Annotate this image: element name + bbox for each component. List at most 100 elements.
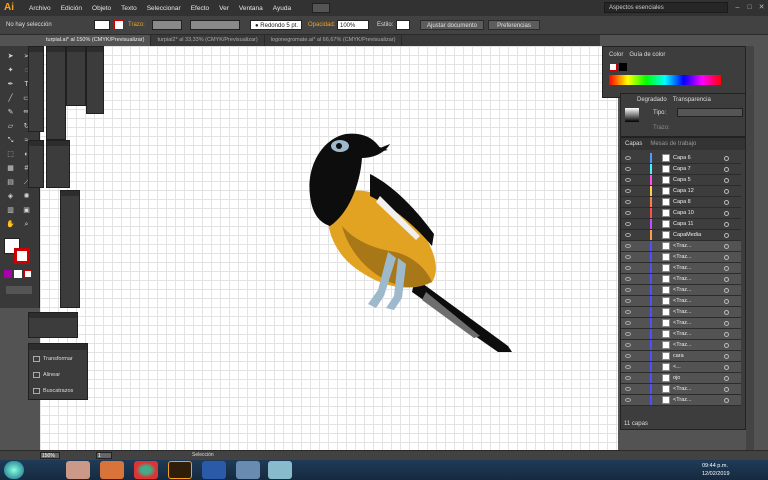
gradient-tool-icon[interactable]: ▤ <box>6 178 15 187</box>
stroke-label[interactable]: Trazo: <box>128 20 145 30</box>
artboard-tool-icon[interactable]: ▣ <box>22 206 31 215</box>
preferences-button[interactable]: Preferencias <box>488 20 540 30</box>
target-circle-icon[interactable] <box>724 287 729 293</box>
fill-swatch[interactable] <box>94 20 110 30</box>
layer-row[interactable]: Capa 6 <box>621 153 741 164</box>
layer-row[interactable]: <Traz... <box>621 296 741 307</box>
hand-tool-icon[interactable]: ✋ <box>6 220 15 229</box>
menu-5[interactable]: Efecto <box>186 5 214 12</box>
align-item[interactable]: Alinear <box>33 372 60 378</box>
target-circle-icon[interactable] <box>724 276 729 282</box>
gradient-type-dropdown[interactable] <box>677 108 743 117</box>
media-player-icon[interactable] <box>100 461 124 479</box>
line-tool-icon[interactable]: ╱ <box>6 94 15 103</box>
opacity-label[interactable]: Opacidad: <box>308 20 335 30</box>
tab-logonegromate[interactable]: logonegromate.ai* al 66,67% (CMYK/Previs… <box>265 35 403 46</box>
visibility-eye-icon[interactable] <box>625 321 631 325</box>
target-circle-icon[interactable] <box>724 298 729 304</box>
visibility-eye-icon[interactable] <box>625 156 631 160</box>
menu-1[interactable]: Edición <box>56 5 87 12</box>
scale-tool-icon[interactable]: ⤡ <box>6 136 15 145</box>
adjust-document-button[interactable]: Ajustar documento <box>420 20 484 30</box>
pen-tool-icon[interactable]: ✒ <box>6 80 15 89</box>
visibility-eye-icon[interactable] <box>625 376 631 380</box>
target-circle-icon[interactable] <box>724 155 729 161</box>
tab-layers[interactable]: Capas <box>625 141 642 147</box>
target-circle-icon[interactable] <box>724 386 729 392</box>
eraser-tool-icon[interactable]: ▱ <box>6 122 15 131</box>
perspective-icon[interactable]: ▦ <box>6 164 15 173</box>
target-circle-icon[interactable] <box>724 177 729 183</box>
current-fill-swatch[interactable] <box>609 63 617 71</box>
blend-tool-icon[interactable]: ◈ <box>6 192 15 201</box>
zoom-tool-icon[interactable]: ⌕ <box>22 220 31 229</box>
menu-2[interactable]: Objeto <box>87 5 116 12</box>
magic-wand-icon[interactable]: ✦ <box>6 66 15 75</box>
layer-row[interactable]: Capa 7 <box>621 164 741 175</box>
menu-4[interactable]: Seleccionar <box>142 5 186 12</box>
layer-row[interactable]: Capa 8 <box>621 197 741 208</box>
paint-icon[interactable] <box>268 461 292 479</box>
target-circle-icon[interactable] <box>724 320 729 326</box>
zoom-field[interactable]: 150% <box>40 452 60 459</box>
target-circle-icon[interactable] <box>724 265 729 271</box>
target-circle-icon[interactable] <box>724 210 729 216</box>
visibility-eye-icon[interactable] <box>625 200 631 204</box>
illustrator-taskbar-icon[interactable] <box>168 461 192 479</box>
visibility-eye-icon[interactable] <box>625 343 631 347</box>
visibility-eye-icon[interactable] <box>625 244 631 248</box>
visibility-eye-icon[interactable] <box>625 233 631 237</box>
menu-7[interactable]: Ventana <box>234 5 268 12</box>
vertical-scrollbar[interactable] <box>746 46 754 450</box>
visibility-eye-icon[interactable] <box>625 332 631 336</box>
visibility-eye-icon[interactable] <box>625 277 631 281</box>
visibility-eye-icon[interactable] <box>625 398 631 402</box>
menu-3[interactable]: Texto <box>116 5 142 12</box>
minimize-icon[interactable]: – <box>733 3 742 12</box>
layer-row[interactable]: <Traz... <box>621 285 741 296</box>
maximize-icon[interactable]: □ <box>745 3 754 12</box>
graph-tool-icon[interactable]: ▥ <box>6 206 15 215</box>
layer-row[interactable]: <Traz... <box>621 252 741 263</box>
opacity-field[interactable]: 100% <box>337 20 369 30</box>
layer-row[interactable]: Capa 5 <box>621 175 741 186</box>
tab-gradient[interactable]: Degradado <box>637 97 667 105</box>
layer-row[interactable]: <Traz... <box>621 340 741 351</box>
layer-row[interactable]: Capa 11 <box>621 219 741 230</box>
tab-color-guide[interactable]: Guía de color <box>629 52 665 60</box>
target-circle-icon[interactable] <box>724 331 729 337</box>
layer-row[interactable]: <Traz... <box>621 329 741 340</box>
layer-row[interactable]: cara <box>621 351 741 362</box>
transform-item[interactable]: Transformar <box>33 356 73 362</box>
layer-row[interactable]: <Traz... <box>621 395 741 406</box>
layer-row[interactable]: <Traz... <box>621 318 741 329</box>
target-circle-icon[interactable] <box>724 188 729 194</box>
gradient-mode-icon[interactable] <box>14 270 22 278</box>
visibility-eye-icon[interactable] <box>625 211 631 215</box>
target-circle-icon[interactable] <box>724 232 729 238</box>
visibility-eye-icon[interactable] <box>625 310 631 314</box>
tab-turpial[interactable]: turpial.ai* al 150% (CMYK/Previsualizar) <box>40 35 152 46</box>
photo-viewer-icon[interactable] <box>236 461 260 479</box>
tab-color[interactable]: Color <box>609 52 623 60</box>
target-circle-icon[interactable] <box>724 166 729 172</box>
layer-row[interactable]: <Traz... <box>621 263 741 274</box>
tab-turpial2[interactable]: turpial2* al 33,33% (CMYK/Previsualizar) <box>151 35 265 46</box>
layer-row[interactable]: <Traz... <box>621 274 741 285</box>
none-mode-icon[interactable] <box>24 270 32 278</box>
word-icon[interactable] <box>202 461 226 479</box>
stroke-weight-field[interactable] <box>152 20 182 30</box>
current-stroke-swatch[interactable] <box>619 63 627 71</box>
stroke-swatch[interactable] <box>114 20 124 30</box>
tab-artboards[interactable]: Mesas de trabajo <box>650 141 696 147</box>
workspace-switcher[interactable]: Aspectos esenciales <box>604 2 728 13</box>
layer-row[interactable]: Capa 12 <box>621 186 741 197</box>
clock-date[interactable]: 12/02/2019 <box>702 471 730 477</box>
target-circle-icon[interactable] <box>724 397 729 403</box>
file-explorer-icon[interactable] <box>66 461 90 479</box>
visibility-eye-icon[interactable] <box>625 222 631 226</box>
visibility-eye-icon[interactable] <box>625 178 631 182</box>
visibility-eye-icon[interactable] <box>625 288 631 292</box>
pathfinder-item[interactable]: Buscatrazos <box>33 388 73 394</box>
close-icon[interactable]: ✕ <box>757 3 766 12</box>
